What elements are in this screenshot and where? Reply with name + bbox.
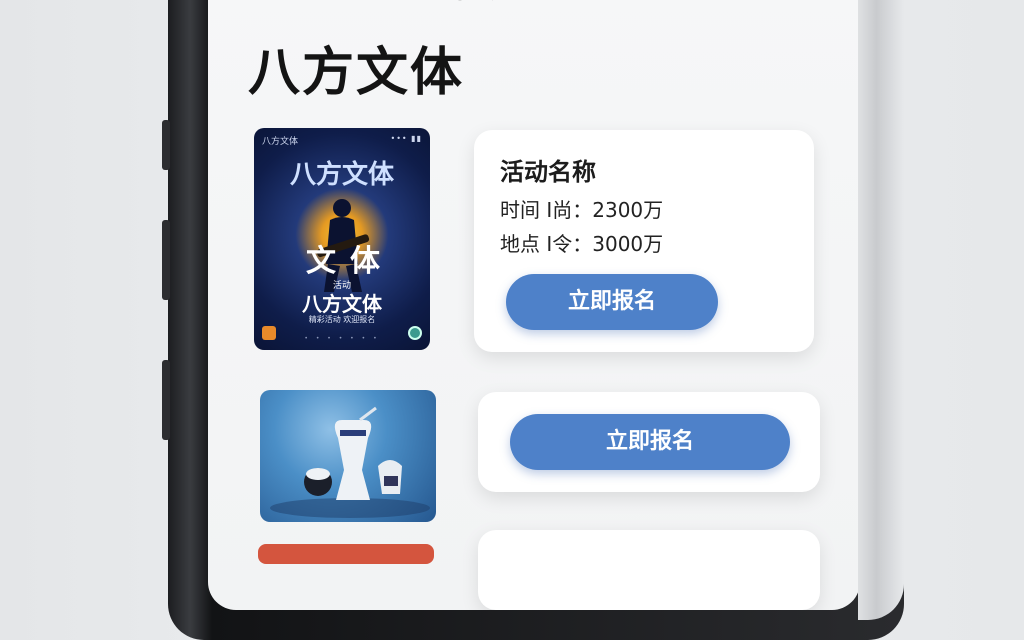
- event-time: 时间 I尚：2300万: [500, 198, 664, 222]
- event-card: 立即报名: [478, 392, 820, 492]
- event-poster[interactable]: 八方文体 ••• ▮▮ 八方文体 文体 活动 八方文体 精彩活动 欢迎报名 • …: [254, 128, 430, 350]
- poster-center-text: 文体: [306, 244, 394, 279]
- poster-status-text: ••• ▮▮: [390, 134, 422, 143]
- event-card: 活动名称 时间 I尚：2300万 地点 I令：3000万 立即报名: [474, 130, 814, 352]
- signup-button[interactable]: 立即报名: [510, 414, 790, 470]
- carousel-dots: • • • • • • •: [304, 335, 380, 342]
- back-icon[interactable]: ‹: [256, 0, 267, 3]
- poster-tagline: 精彩活动 欢迎报名: [308, 315, 376, 324]
- phone-screen: ‹ 活动 八方文体 八方文体 ••• ▮▮ 八方文体 文体 活动 八方文体 精彩…: [208, 0, 860, 610]
- event-photo[interactable]: [260, 390, 436, 522]
- event-photo[interactable]: [258, 544, 434, 564]
- event-card: [478, 530, 820, 610]
- signup-button[interactable]: 立即报名: [506, 274, 718, 330]
- event-place: 地点 I令：3000万: [500, 232, 664, 256]
- poster-corner-text: 八方文体: [262, 137, 299, 147]
- event-name: 活动名称: [500, 158, 596, 186]
- poster-title: 八方文体: [302, 292, 382, 316]
- phone-edge: [858, 0, 904, 620]
- poster-headline: 八方文体: [289, 160, 394, 190]
- trophy-vase-icon: [270, 406, 430, 518]
- page-title: 八方文体: [248, 43, 465, 103]
- nav-title: 活动: [448, 0, 508, 6]
- phone-side-button: [162, 120, 170, 170]
- phone-side-button: [162, 220, 170, 300]
- phone-side-button: [162, 360, 170, 440]
